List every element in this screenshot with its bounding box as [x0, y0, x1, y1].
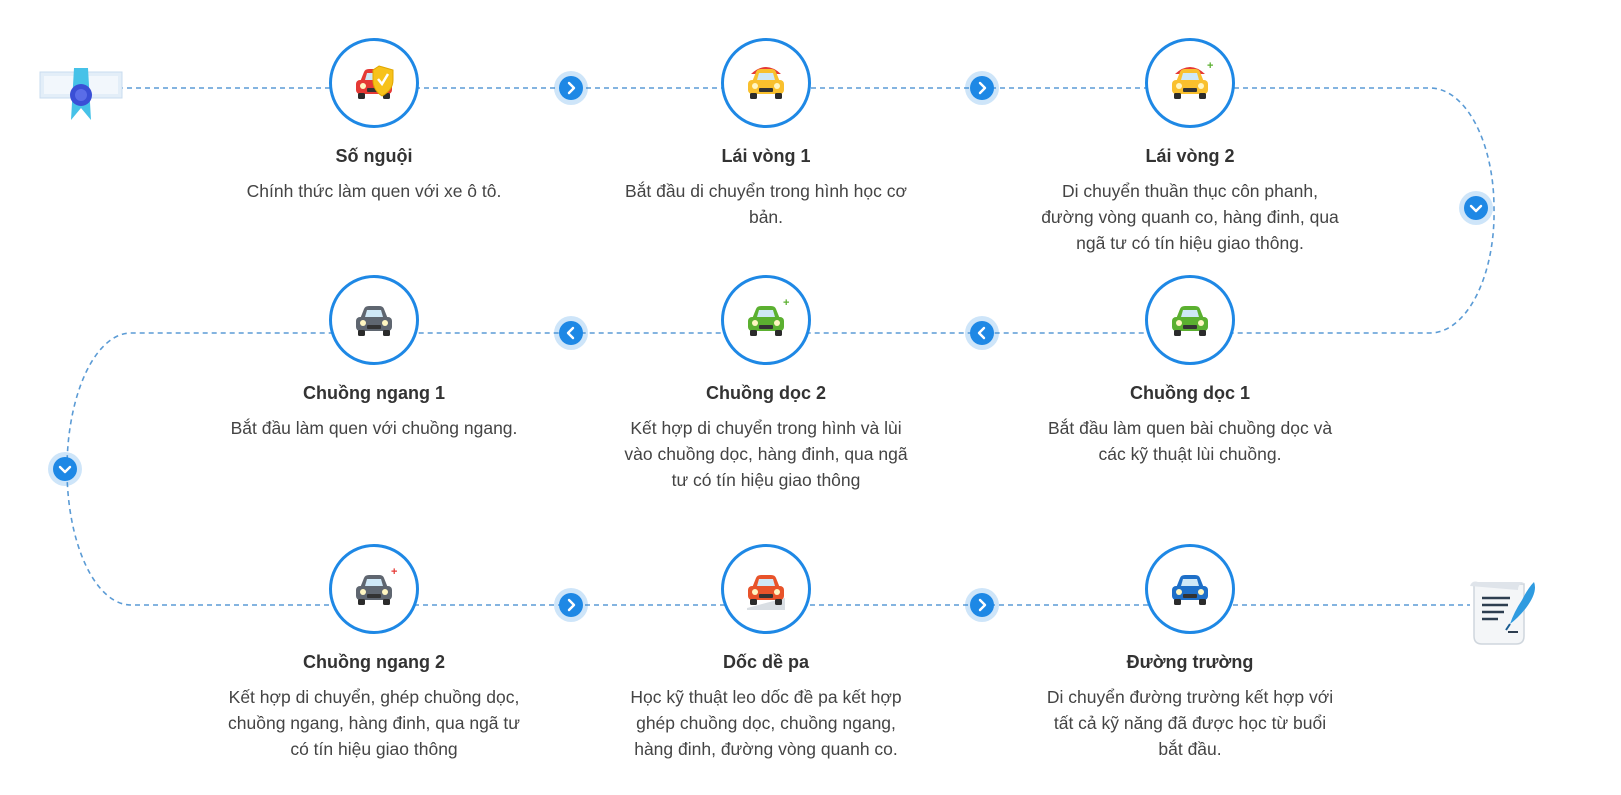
step-title: Lái vòng 1	[721, 146, 811, 166]
car-blue-icon	[1172, 575, 1208, 605]
step-description: Kết hợp di chuyển, ghép chuồng dọc, chuồ…	[228, 687, 520, 759]
connector-left-button[interactable]	[559, 321, 583, 345]
car-hill-icon	[747, 575, 785, 610]
car-grey-plus-icon: +	[356, 566, 397, 605]
step-icon-button[interactable]	[1145, 275, 1235, 365]
connector-right-button[interactable]	[559, 76, 583, 100]
chevron-right-icon	[567, 598, 576, 612]
step-icon-button[interactable]: +	[721, 275, 811, 365]
car-umbrella-plus-icon: +	[1172, 60, 1213, 99]
step-description: Di chuyển thuần thục côn phanh, đường vò…	[1041, 181, 1339, 253]
step-description: Chính thức làm quen với xe ô tô.	[246, 181, 502, 201]
svg-text:+: +	[783, 297, 789, 309]
connector-left-button[interactable]	[970, 321, 994, 345]
svg-text:+: +	[1207, 60, 1213, 72]
step-title: Chuồng ngang 1	[303, 383, 445, 403]
start-certificate	[38, 62, 124, 122]
step-title: Dốc dề pa	[722, 652, 810, 672]
chevron-left-icon	[977, 326, 986, 340]
step-description: Bắt đầu làm quen bài chuồng dọc và các k…	[1047, 418, 1333, 464]
car-green-icon	[1172, 306, 1208, 336]
connector-right-button[interactable]	[559, 593, 583, 617]
step-title: Lái vòng 2	[1145, 146, 1235, 166]
step-icon-button[interactable]: +	[329, 544, 419, 634]
chevron-left-icon	[566, 326, 575, 340]
step-title: Chuồng dọc 1	[1130, 383, 1250, 403]
step-description: Bắt đầu di chuyển trong hình học cơ bản.	[625, 181, 907, 227]
step-title: Chuồng ngang 2	[303, 652, 445, 672]
car-grey-icon	[356, 306, 392, 336]
step-title: Chuồng dọc 2	[706, 383, 826, 403]
chevron-down-icon	[58, 465, 72, 474]
step-icon-button[interactable]	[1145, 544, 1235, 634]
chevron-right-icon	[567, 81, 576, 95]
end-scroll	[1468, 578, 1540, 648]
step-icon-button[interactable]: +	[1145, 38, 1235, 128]
svg-text:+: +	[391, 566, 397, 578]
car-shield-icon	[356, 65, 394, 99]
chevron-right-icon	[978, 81, 987, 95]
step-description: Học kỹ thuật leo dốc đề pa kết hợp ghép …	[630, 687, 902, 759]
connector-right-button[interactable]	[970, 76, 994, 100]
step-title: Số nguội	[335, 146, 413, 166]
step-description: Bắt đầu làm quen với chuồng ngang.	[230, 418, 518, 438]
step-icon-button[interactable]	[329, 38, 419, 128]
connector-right-button[interactable]	[970, 593, 994, 617]
connector-down-button[interactable]	[53, 457, 77, 481]
chevron-down-icon	[1469, 204, 1483, 213]
step-icon-button[interactable]	[329, 275, 419, 365]
connector-down-button[interactable]	[1464, 196, 1488, 220]
step-icon-button[interactable]	[721, 38, 811, 128]
step-icon-button[interactable]	[721, 544, 811, 634]
car-umbrella-icon	[748, 67, 784, 99]
step-description: Kết hợp di chuyển trong hình và lùi vào …	[624, 418, 908, 490]
step-description: Di chuyển đường trường kết hợp với tất c…	[1046, 687, 1334, 759]
step-title: Đường trường	[1126, 652, 1254, 672]
car-green-plus-icon: +	[748, 297, 789, 336]
certificate-ribbon-icon	[39, 68, 123, 120]
scroll-quill-icon	[1470, 581, 1535, 645]
chevron-right-icon	[978, 598, 987, 612]
